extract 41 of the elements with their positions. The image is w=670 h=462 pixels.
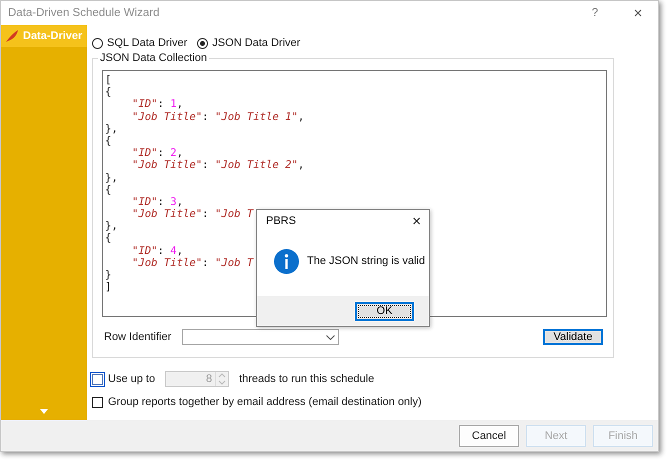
window-title: Data-Driven Schedule Wizard <box>8 7 160 19</box>
code-line: { <box>105 232 112 245</box>
dropdown-field[interactable] <box>182 329 339 345</box>
code-line: "Job Title": "Job T <box>131 256 254 269</box>
validate-button[interactable]: Validate <box>543 329 603 345</box>
code-line: { <box>105 134 112 148</box>
code-line: "Job Title": "Job Title 1", <box>131 110 304 123</box>
info-icon <box>274 248 299 274</box>
dialog-message: The JSON string is valid <box>307 255 425 267</box>
code-line: }, <box>105 172 118 184</box>
code-line: "ID": 2, <box>131 147 184 160</box>
radio-button[interactable]: SQL Data Driver <box>92 37 188 49</box>
code-line: }, <box>105 122 118 135</box>
code-line: "Job Title": "Job Title 2", <box>131 159 304 172</box>
wizard-button[interactable]: Cancel <box>459 424 519 446</box>
code-line: "ID": 1, <box>131 98 184 111</box>
code-line: } <box>105 269 112 282</box>
group-title: JSON Data Collection <box>98 52 209 64</box>
checkbox-label: Group reports together by email address (email destination only) <box>108 396 422 408</box>
code-line: ] <box>105 281 112 294</box>
code-line: { <box>105 184 112 196</box>
close-icon[interactable]: × <box>409 212 424 230</box>
code-line: [ <box>105 74 112 86</box>
code-line: "ID": 4, <box>131 244 184 257</box>
dialog-title: PBRS <box>266 215 296 227</box>
code-line: "ID": 3, <box>131 196 184 208</box>
checkbox-label: Use up to <box>108 373 156 385</box>
field-label: Row Identifier <box>104 331 172 343</box>
option-text: threads to run this schedule <box>239 373 374 385</box>
code-line: }, <box>105 220 118 232</box>
checkbox[interactable] <box>92 396 103 408</box>
code-line: { <box>105 86 112 98</box>
help-icon[interactable]: ? <box>572 7 618 19</box>
ok-button[interactable]: OK <box>355 302 414 320</box>
radio-button[interactable]: JSON Data Driver <box>197 37 300 49</box>
spinner-arrows-icon[interactable] <box>215 372 228 386</box>
chevron-down-icon <box>326 334 335 340</box>
feather-icon <box>5 29 19 43</box>
close-icon[interactable]: × <box>618 4 658 22</box>
code-line: "Job Title": "Job T <box>131 208 254 220</box>
down-arrow-icon[interactable] <box>40 409 48 414</box>
